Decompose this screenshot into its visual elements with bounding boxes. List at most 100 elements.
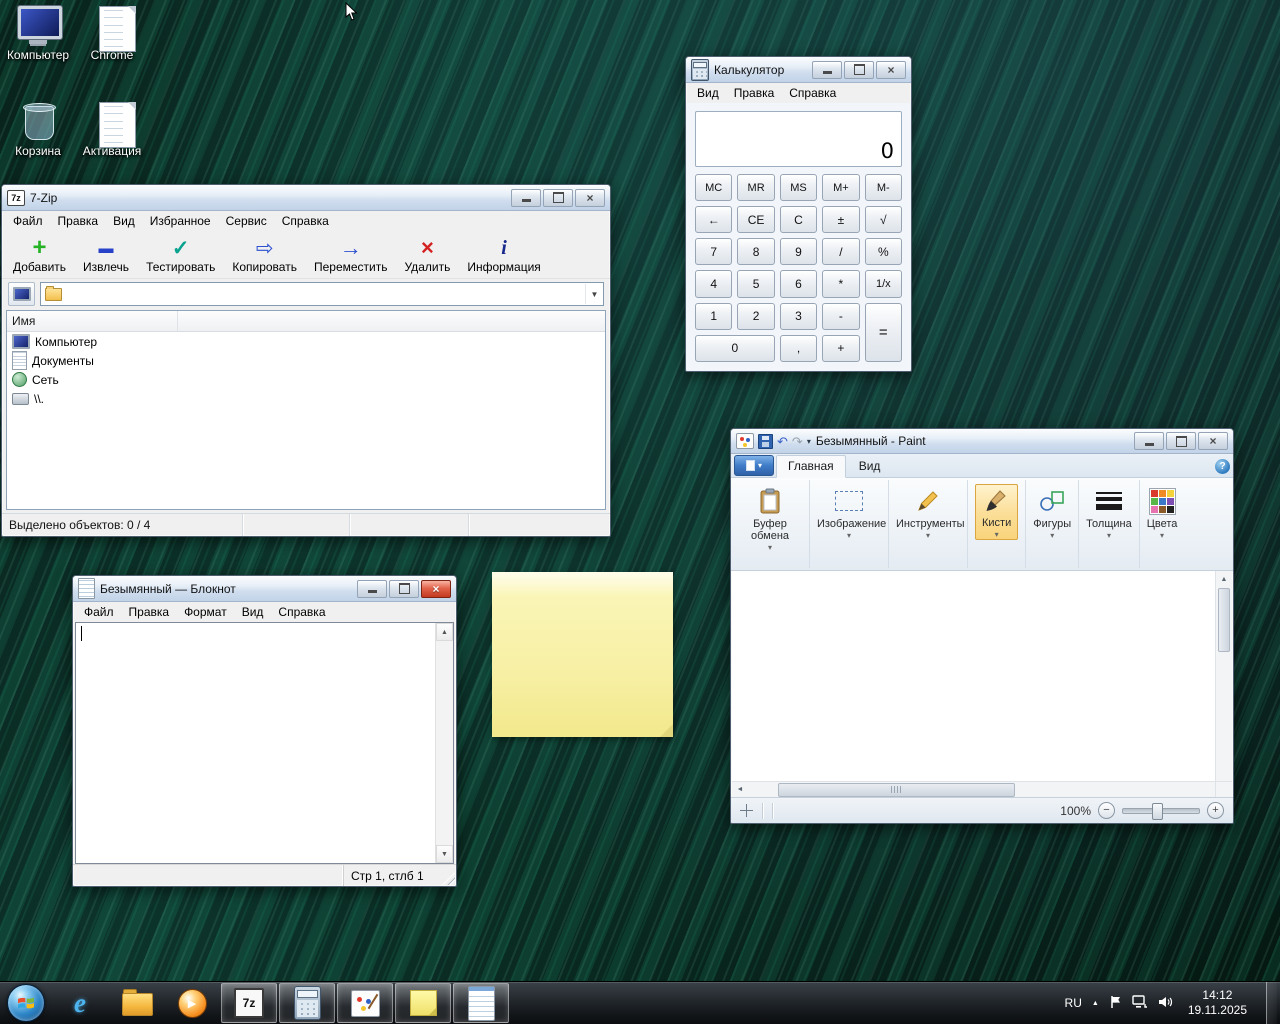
calc-key-mr[interactable]: MR	[737, 174, 774, 201]
desktop-icon-activation[interactable]: Активация	[76, 102, 148, 158]
combo-dropdown-button[interactable]: ▼	[585, 284, 603, 304]
menu-favorites[interactable]: Избранное	[143, 212, 218, 230]
help-button[interactable]: ?	[1215, 459, 1230, 474]
zoom-in-button[interactable]: +	[1207, 802, 1224, 819]
size-group-button[interactable]: Толщина ▾	[1079, 480, 1140, 568]
menu-edit[interactable]: Правка	[122, 603, 177, 621]
qat-dropdown-button[interactable]: ▾	[807, 437, 811, 446]
move-button[interactable]: → Переместить	[306, 235, 396, 276]
brushes-button-selected[interactable]: Кисти ▾	[975, 484, 1018, 540]
taskbar-calculator[interactable]	[279, 983, 335, 1023]
calculator-titlebar[interactable]: Калькулятор ×	[686, 57, 911, 83]
taskbar-internet-explorer[interactable]: e	[53, 984, 107, 1022]
show-desktop-button[interactable]	[1266, 982, 1277, 1024]
calc-key-7[interactable]: 7	[695, 238, 732, 265]
minimize-button[interactable]	[357, 580, 387, 598]
calc-key-decimal[interactable]: ,	[780, 335, 817, 362]
column-header-blank[interactable]	[178, 311, 605, 331]
desktop-icon-chrome[interactable]: Chrome	[76, 6, 148, 62]
colors-group-button[interactable]: Цвета ▾	[1140, 480, 1185, 568]
info-button[interactable]: i Информация	[459, 235, 548, 276]
minimize-button[interactable]	[1134, 432, 1164, 450]
calc-key-reciprocal[interactable]: 1/x	[865, 270, 902, 297]
menu-view[interactable]: Вид	[235, 603, 271, 621]
tools-group-button[interactable]: Инструменты ▾	[889, 480, 968, 568]
paint-titlebar[interactable]: ↶ ↷ ▾ Безымянный - Paint ×	[731, 429, 1233, 454]
copy-button[interactable]: ⇨ Копировать	[224, 235, 305, 276]
desktop-icon-recycle-bin[interactable]: Корзина	[2, 102, 74, 158]
extract-button[interactable]: ▬ Извлечь	[75, 235, 137, 276]
save-button[interactable]	[758, 434, 773, 449]
maximize-button[interactable]	[389, 580, 419, 598]
calc-key-5[interactable]: 5	[737, 270, 774, 297]
calc-key-ms[interactable]: MS	[780, 174, 817, 201]
calc-key-equals[interactable]: =	[865, 303, 902, 362]
redo-button[interactable]: ↷	[792, 435, 803, 448]
address-combo[interactable]: ▼	[40, 282, 604, 306]
desktop-icon-computer[interactable]: Компьютер	[2, 6, 74, 62]
undo-button[interactable]: ↶	[777, 435, 788, 448]
root-folder-button[interactable]	[8, 282, 35, 306]
scroll-up-button[interactable]: ▲	[436, 623, 453, 641]
calc-key-c[interactable]: C	[780, 206, 817, 233]
vertical-scrollbar[interactable]: ▲	[1215, 571, 1232, 781]
menu-help[interactable]: Справка	[275, 212, 336, 230]
vertical-scrollbar[interactable]: ▲ ▼	[435, 623, 453, 863]
menu-file[interactable]: Файл	[6, 212, 50, 230]
scrollbar-thumb[interactable]	[1218, 588, 1230, 652]
calc-key-subtract[interactable]: -	[822, 303, 859, 330]
scroll-up-button[interactable]: ▲	[1216, 571, 1232, 587]
taskbar-notepad[interactable]	[453, 983, 509, 1023]
menu-help[interactable]: Справка	[271, 603, 332, 621]
maximize-button[interactable]	[543, 189, 573, 207]
menu-format[interactable]: Формат	[177, 603, 234, 621]
menu-edit[interactable]: Правка	[727, 84, 782, 102]
action-center-icon[interactable]	[1109, 995, 1122, 1012]
scrollbar-thumb[interactable]	[778, 783, 1015, 797]
calc-key-m-plus[interactable]: M+	[822, 174, 859, 201]
clipboard-group-button[interactable]: Буфер обмена ▾	[731, 480, 810, 568]
taskbar-seven-zip[interactable]: 7z	[221, 983, 277, 1023]
calc-key-8[interactable]: 8	[737, 238, 774, 265]
delete-button[interactable]: × Удалить	[397, 235, 459, 276]
calc-key-divide[interactable]: /	[822, 238, 859, 265]
menu-view[interactable]: Вид	[106, 212, 142, 230]
zoom-slider-thumb[interactable]	[1152, 803, 1163, 820]
tab-view[interactable]: Вид	[848, 456, 892, 477]
zoom-slider[interactable]	[1122, 808, 1200, 814]
calc-key-backspace[interactable]: ←	[695, 206, 732, 233]
paint-canvas[interactable]	[732, 571, 1215, 781]
taskbar-explorer[interactable]	[109, 984, 163, 1022]
taskbar-paint[interactable]	[337, 983, 393, 1023]
test-button[interactable]: ✓ Тестировать	[138, 235, 223, 276]
application-menu-button[interactable]: ▾	[734, 455, 774, 476]
language-indicator[interactable]: RU	[1065, 996, 1082, 1010]
calc-key-multiply[interactable]: *	[822, 270, 859, 297]
zoom-out-button[interactable]: −	[1098, 802, 1115, 819]
network-icon[interactable]	[1132, 995, 1148, 1012]
maximize-button[interactable]	[1166, 432, 1196, 450]
calc-key-2[interactable]: 2	[737, 303, 774, 330]
close-button[interactable]: ×	[575, 189, 605, 207]
notepad-text-area[interactable]	[76, 623, 435, 863]
sticky-note[interactable]	[492, 572, 673, 737]
shapes-group-button[interactable]: Фигуры ▾	[1026, 480, 1079, 568]
seven-zip-titlebar[interactable]: 7z 7-Zip ×	[2, 185, 610, 211]
close-button[interactable]: ×	[876, 61, 906, 79]
calc-key-m-minus[interactable]: M-	[865, 174, 902, 201]
column-header-name[interactable]: Имя	[7, 311, 178, 331]
minimize-button[interactable]	[812, 61, 842, 79]
menu-file[interactable]: Файл	[77, 603, 121, 621]
volume-icon[interactable]	[1158, 995, 1173, 1012]
menu-tools[interactable]: Сервис	[219, 212, 274, 230]
hidden-icons-button[interactable]: ▲	[1092, 1000, 1099, 1007]
menu-help[interactable]: Справка	[782, 84, 843, 102]
calc-key-4[interactable]: 4	[695, 270, 732, 297]
calc-key-ce[interactable]: CE	[737, 206, 774, 233]
notepad-titlebar[interactable]: Безымянный — Блокнот ×	[73, 576, 456, 602]
list-item[interactable]: Документы	[7, 351, 605, 370]
list-item[interactable]: Компьютер	[7, 332, 605, 351]
close-button[interactable]: ×	[421, 580, 451, 598]
calc-key-6[interactable]: 6	[780, 270, 817, 297]
calc-key-add[interactable]: +	[822, 335, 859, 362]
